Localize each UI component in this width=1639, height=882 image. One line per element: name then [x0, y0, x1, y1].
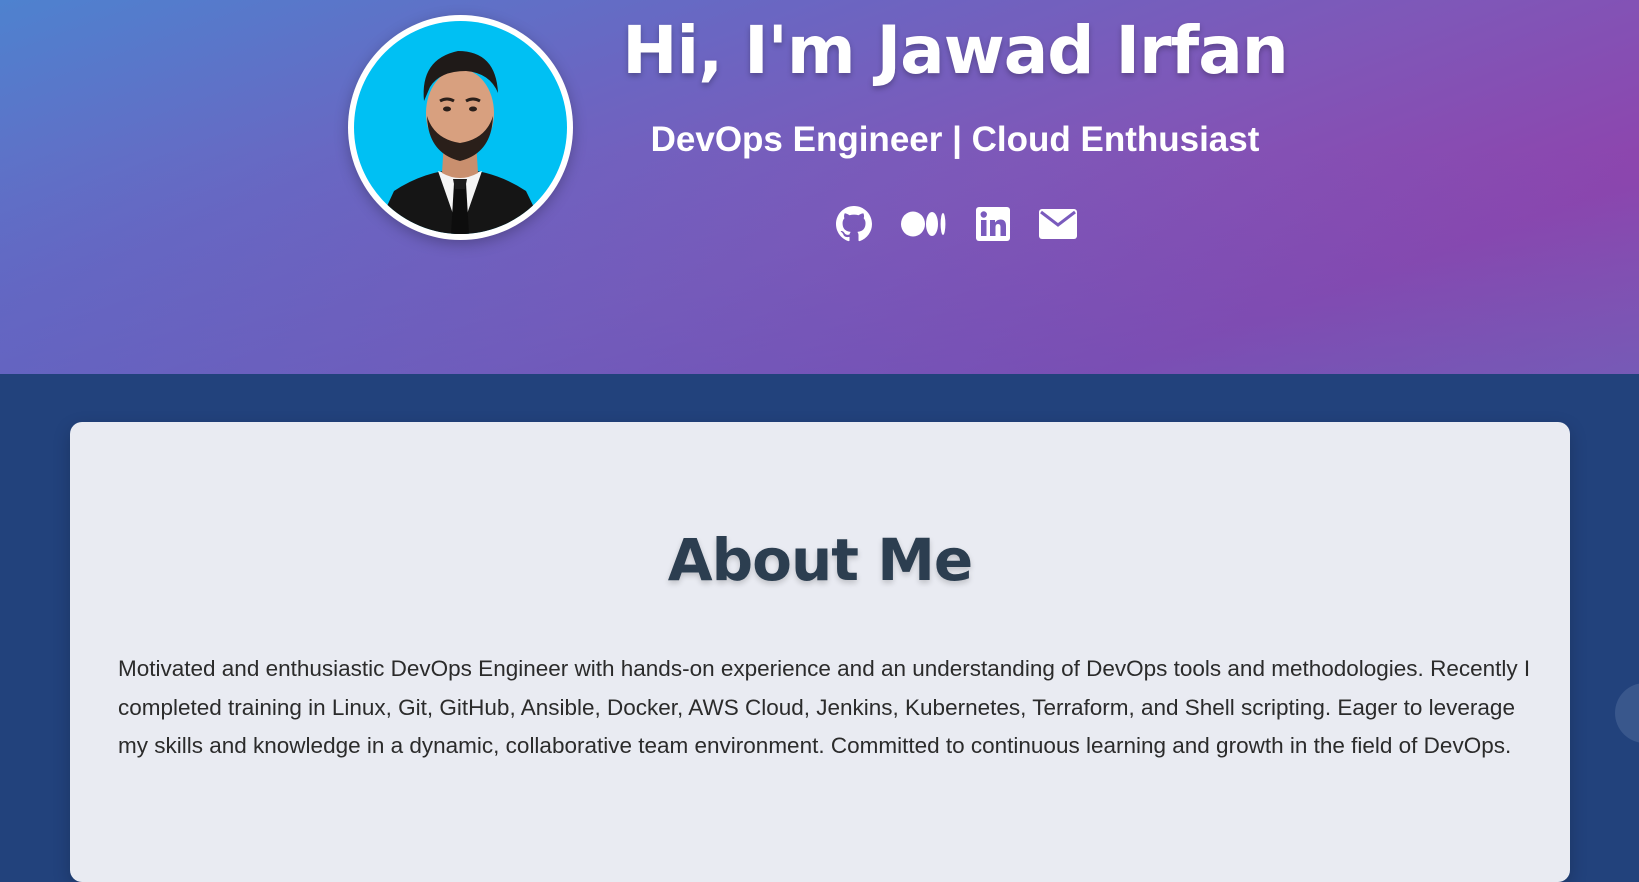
hero-subtitle: DevOps Engineer | Cloud Enthusiast [650, 120, 1260, 159]
profile-photo [354, 21, 567, 234]
hero-title: Hi, I'm Jawad Irfan [622, 12, 1289, 89]
envelope-icon [1039, 209, 1077, 239]
linkedin-icon [976, 207, 1010, 241]
linkedin-link[interactable] [976, 207, 1010, 241]
about-card: About Me Motivated and enthusiastic DevO… [70, 422, 1570, 882]
hero-header: Hi, I'm Jawad Irfan DevOps Engineer | Cl… [0, 0, 1639, 374]
email-link[interactable] [1039, 209, 1077, 239]
profile-avatar [348, 15, 573, 240]
social-links [836, 206, 1077, 242]
about-heading: About Me [667, 526, 974, 594]
github-link[interactable] [836, 206, 872, 242]
scroll-to-top-button[interactable] [1615, 683, 1639, 743]
github-icon [836, 206, 872, 242]
medium-icon [901, 211, 946, 237]
medium-link[interactable] [901, 209, 947, 239]
about-text: Motivated and enthusiastic DevOps Engine… [118, 656, 1531, 758]
